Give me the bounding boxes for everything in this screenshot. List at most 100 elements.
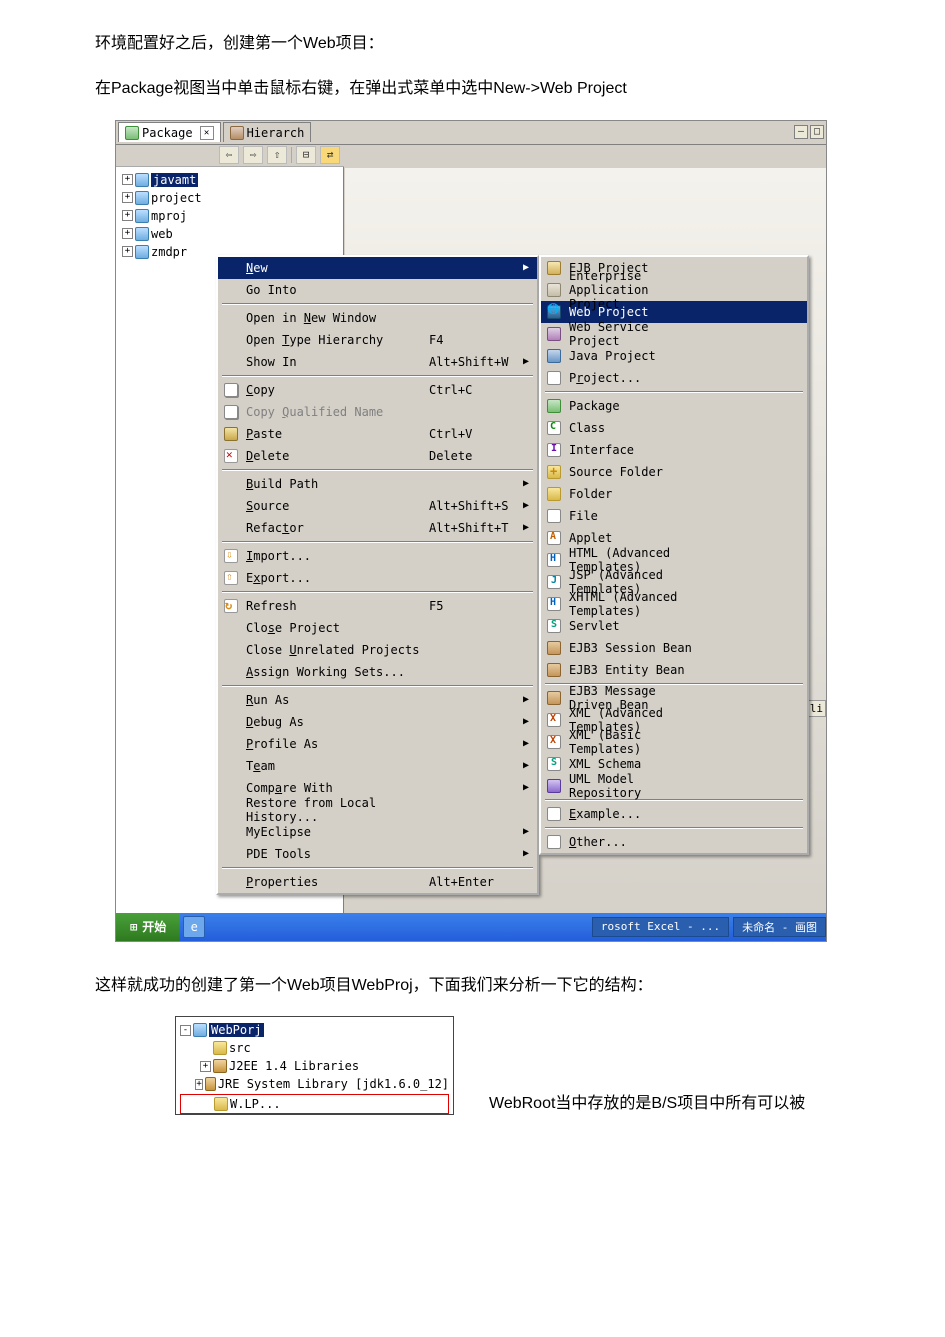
tree-item[interactable]: +mproj [122, 207, 343, 225]
menu-item-label: Applet [565, 531, 699, 545]
tree-item[interactable]: +web [122, 225, 343, 243]
menu-item[interactable]: Folder [541, 483, 807, 505]
copy-icon [220, 383, 242, 397]
menu-item-label: XHTML (Advanced Templates) [565, 590, 699, 618]
maximize-icon[interactable]: □ [810, 125, 824, 139]
tree-item[interactable]: +J2EE 1.4 Libraries [180, 1057, 449, 1075]
menu-item[interactable]: File [541, 505, 807, 527]
menu-item[interactable]: RefreshF5 [218, 595, 537, 617]
menu-item[interactable]: DeleteDelete [218, 445, 537, 467]
forward-button[interactable]: ⇨ [243, 146, 263, 164]
back-button[interactable]: ⇦ [219, 146, 239, 164]
menu-item-label: Compare With [242, 781, 429, 795]
context-menu[interactable]: New▶Go Into Open in New WindowOpen Type H… [216, 255, 539, 895]
menu-item[interactable]: Servlet [541, 615, 807, 637]
menu-item[interactable]: Open in New Window [218, 307, 537, 329]
link-editor-button[interactable]: ⇄ [320, 146, 340, 164]
menu-item[interactable]: CopyCtrl+C [218, 379, 537, 401]
menu-item[interactable]: Build Path▶ [218, 473, 537, 495]
tab-hierarchy[interactable]: Hierarch [223, 122, 312, 142]
taskbar-ie-icon[interactable]: e [183, 916, 205, 938]
menu-item[interactable]: EJB3 Entity Bean [541, 659, 807, 681]
menu-item[interactable]: UML Model Repository [541, 775, 807, 797]
menu-item[interactable]: Web Service Project [541, 323, 807, 345]
menu-item-label: Run As [242, 693, 429, 707]
menu-item-label: Import... [242, 549, 429, 563]
new-submenu[interactable]: EJB ProjectEnterprise Application Projec… [539, 255, 809, 855]
menu-item[interactable]: Enterprise Application Project [541, 279, 807, 301]
close-tab-icon[interactable]: ✕ [200, 126, 214, 140]
up-button[interactable]: ⇧ [267, 146, 287, 164]
expand-icon[interactable]: + [195, 1079, 203, 1090]
menu-item[interactable]: EJB3 Session Bean [541, 637, 807, 659]
menu-item[interactable]: PropertiesAlt+Enter [218, 871, 537, 893]
tree-item[interactable]: +project [122, 189, 343, 207]
menu-item[interactable]: PDE Tools▶ [218, 843, 537, 865]
expand-icon[interactable]: + [122, 228, 133, 239]
paragraph-3: 这样就成功的创建了第一个Web项目WebProj，下面我们来分析一下它的结构： [95, 972, 945, 1001]
menu-item[interactable]: RefactorAlt+Shift+T▶ [218, 517, 537, 539]
minimize-icon[interactable]: — [794, 125, 808, 139]
menu-item[interactable]: Show InAlt+Shift+W▶ [218, 351, 537, 373]
menu-item[interactable]: XML (Basic Templates) [541, 731, 807, 753]
menu-item[interactable]: Export... [218, 567, 537, 589]
menu-item[interactable]: Close Unrelated Projects [218, 639, 537, 661]
menu-item[interactable]: Profile As▶ [218, 733, 537, 755]
menu-item[interactable]: Close Project [218, 617, 537, 639]
menu-item[interactable]: Run As▶ [218, 689, 537, 711]
menu-item[interactable]: Interface [541, 439, 807, 461]
menu-separator [545, 391, 803, 393]
tree-item-label: javamt [151, 173, 198, 187]
menu-item[interactable]: Copy Qualified Name [218, 401, 537, 423]
menu-item[interactable]: Example... [541, 803, 807, 825]
collapse-button[interactable]: ⊟ [296, 146, 316, 164]
expand-icon[interactable]: + [122, 246, 133, 257]
menu-item[interactable]: Other... [541, 831, 807, 853]
menu-item[interactable]: Import... [218, 545, 537, 567]
start-button[interactable]: ⊞ 开始 [116, 913, 180, 941]
menu-item[interactable]: New▶ [218, 257, 537, 279]
menu-item[interactable]: MyEclipse▶ [218, 821, 537, 843]
submenu-arrow-icon: ▶ [519, 522, 529, 533]
expand-icon[interactable]: + [122, 192, 133, 203]
menu-item[interactable]: Restore from Local History... [218, 799, 537, 821]
menu-item[interactable]: XHTML (Advanced Templates) [541, 593, 807, 615]
submenu-arrow-icon: ▶ [519, 500, 529, 511]
menu-item-label: Close Unrelated Projects [242, 643, 429, 657]
highlighted-item: W.LP... [180, 1094, 449, 1114]
taskbar-app-paint[interactable]: 未命名 - 画图 [733, 917, 826, 937]
file-icon [543, 509, 565, 523]
package-icon [125, 126, 139, 140]
menu-item[interactable]: Team▶ [218, 755, 537, 777]
expand-icon[interactable]: + [122, 174, 133, 185]
menu-item[interactable]: Source Folder [541, 461, 807, 483]
submenu-arrow-icon: ▶ [519, 738, 529, 749]
menu-item[interactable]: PasteCtrl+V [218, 423, 537, 445]
ref-icon [220, 599, 242, 613]
menu-item[interactable]: Package [541, 395, 807, 417]
expand-icon[interactable]: + [122, 210, 133, 221]
xml-icon [543, 735, 565, 749]
menu-item[interactable]: Assign Working Sets... [218, 661, 537, 683]
tab-package[interactable]: Package ✕ [118, 122, 221, 142]
menu-item[interactable]: Go Into [218, 279, 537, 301]
menu-item-label: Package [565, 399, 699, 413]
menu-item[interactable]: SourceAlt+Shift+S▶ [218, 495, 537, 517]
taskbar-app-excel[interactable]: rosoft Excel - ... [592, 917, 729, 937]
menu-item[interactable]: Class [541, 417, 807, 439]
project-icon [135, 209, 149, 223]
tree-item[interactable]: + javamt [122, 171, 343, 189]
menu-item[interactable]: Project... [541, 367, 807, 389]
menu-item[interactable]: Java Project [541, 345, 807, 367]
tree-root[interactable]: - WebPorj [180, 1021, 449, 1039]
expand-icon[interactable]: + [200, 1061, 211, 1072]
srv-icon [543, 757, 565, 771]
xml-icon [543, 713, 565, 727]
menu-item[interactable]: Debug As▶ [218, 711, 537, 733]
tree-item[interactable]: +JRE System Library [jdk1.6.0_12] [180, 1075, 449, 1093]
side-tab-label: li [807, 700, 826, 717]
collapse-icon[interactable]: - [180, 1025, 191, 1036]
menu-item[interactable]: Open Type HierarchyF4 [218, 329, 537, 351]
tree-item[interactable]: src [180, 1039, 449, 1057]
tree-item[interactable]: W.LP... [181, 1095, 448, 1113]
